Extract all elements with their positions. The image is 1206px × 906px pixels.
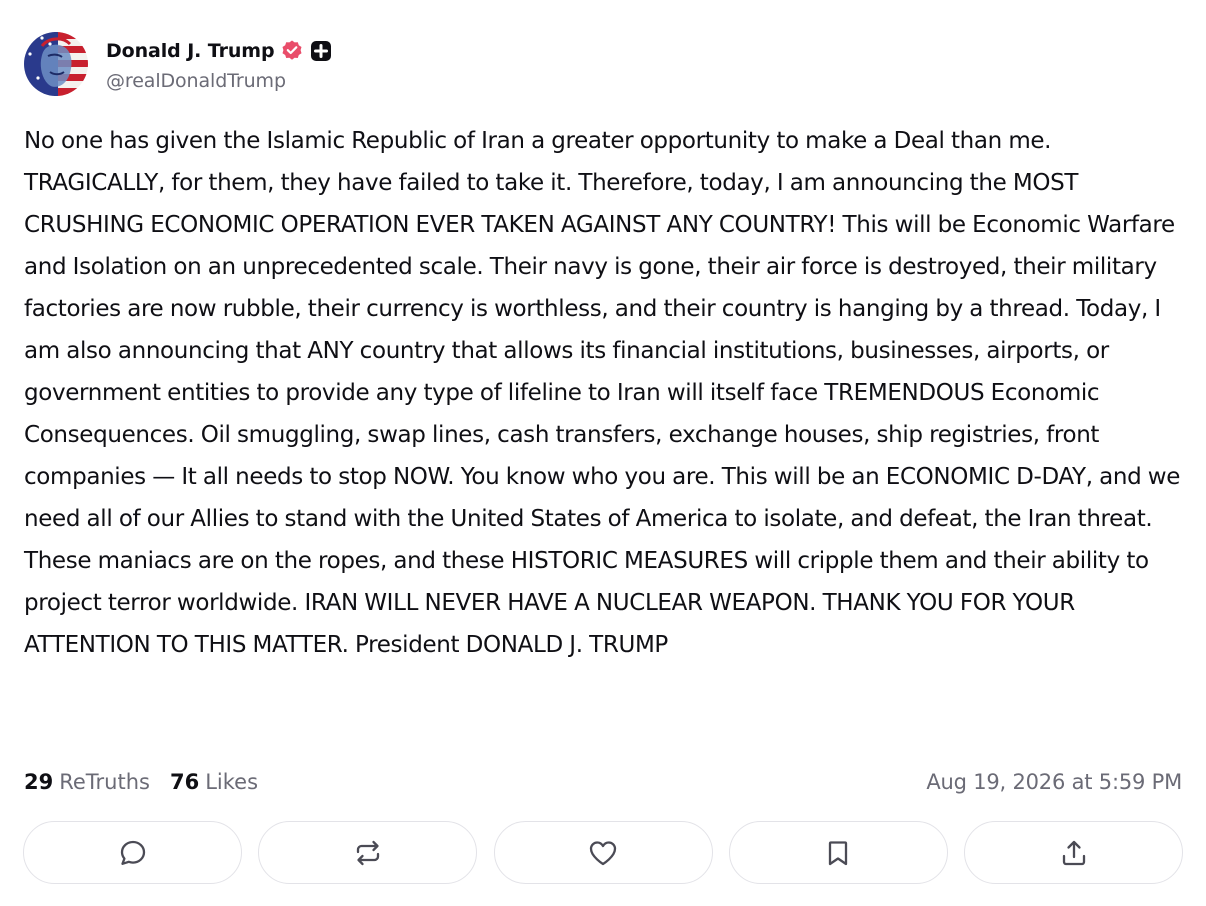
engagement-stats: 29 ReTruths 76 Likes: [24, 770, 258, 794]
post-stats-row: 29 ReTruths 76 Likes Aug 19, 2026 at 5:5…: [24, 764, 1182, 800]
flag-portrait-avatar: [24, 32, 88, 96]
post-body-text: No one has given the Islamic Republic of…: [24, 128, 1181, 658]
retruths-count: 29: [24, 770, 54, 794]
retruth-icon: [356, 840, 379, 865]
retruths-label: ReTruths: [59, 770, 150, 794]
likes-label: Likes: [205, 770, 259, 794]
likes-count: 76: [169, 770, 200, 794]
retruths-stat[interactable]: 29 ReTruths: [24, 770, 150, 794]
reply-button[interactable]: [23, 821, 242, 884]
bookmark-button[interactable]: [728, 821, 948, 884]
post-card: Donald J. Trump @realDonaldTrump No one …: [0, 0, 1206, 906]
post-header: Donald J. Trump @realDonaldTrump: [24, 32, 332, 96]
plus-badge-icon: [310, 40, 332, 62]
author-handle[interactable]: @realDonaldTrump: [106, 70, 332, 92]
like-button[interactable]: [493, 821, 713, 884]
avatar[interactable]: [24, 32, 88, 96]
verified-badge-icon: [280, 39, 304, 63]
reply-icon: [120, 840, 145, 865]
share-button[interactable]: [964, 821, 1183, 884]
share-icon: [1062, 840, 1085, 865]
author-identity: Donald J. Trump @realDonaldTrump: [106, 36, 332, 92]
post-timestamp[interactable]: Aug 19, 2026 at 5:59 PM: [926, 770, 1182, 794]
like-icon: [589, 840, 617, 865]
name-row: Donald J. Trump: [106, 36, 332, 66]
author-display-name[interactable]: Donald J. Trump: [106, 40, 275, 62]
post-action-bar: [23, 821, 1183, 884]
bookmark-icon: [829, 840, 848, 865]
likes-stat[interactable]: 76 Likes: [170, 770, 258, 794]
retruth-button[interactable]: [258, 821, 478, 884]
